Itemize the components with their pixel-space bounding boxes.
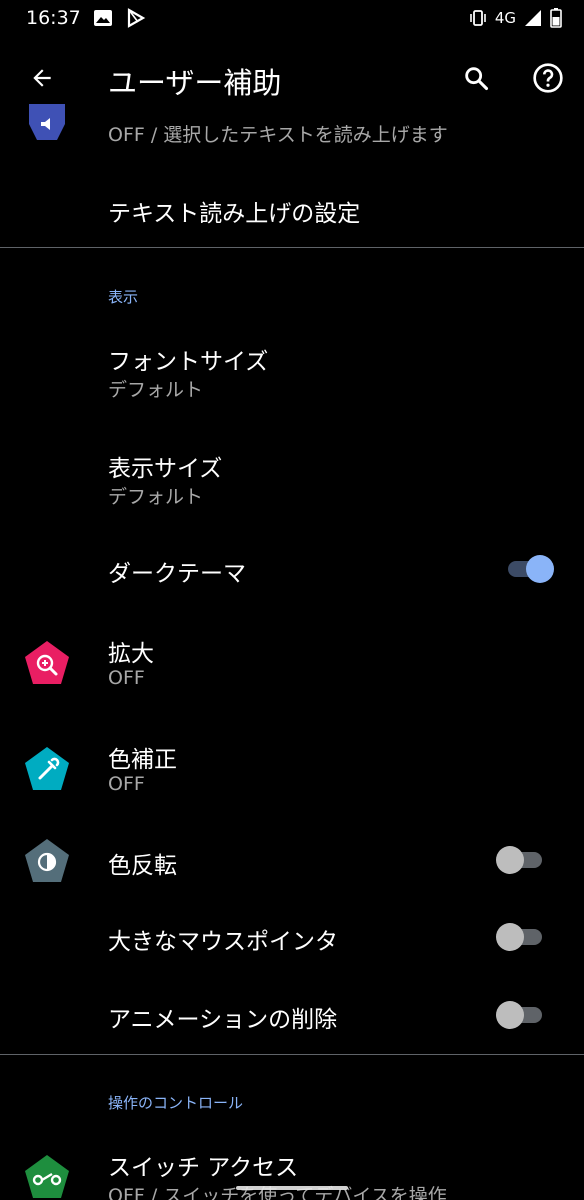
divider [0,247,584,248]
back-button[interactable] [18,54,66,102]
help-button[interactable] [524,54,572,102]
help-icon [533,63,563,93]
switch-access-value: OFF / スイッチを使ってデバイスを操作 [108,1185,447,1200]
large-pointer-label: 大きなマウスポインタ [108,929,338,955]
image-notification-icon [94,10,112,26]
remove-animations-row[interactable]: アニメーションの削除 [0,986,584,1048]
large-pointer-row[interactable]: 大きなマウスポインタ [0,908,584,970]
magnification-row[interactable]: 拡大 OFF [0,622,584,718]
dark-theme-label: ダークテーマ [108,561,246,587]
font-size-label: フォントサイズ [108,349,269,375]
tts-settings-row[interactable]: テキスト読み上げの設定 [0,178,584,242]
dark-theme-row[interactable]: ダークテーマ [0,540,584,602]
font-size-value: デフォルト [108,379,204,401]
color-correction-label: 色補正 [108,747,177,773]
section-header-display: 表示 [108,288,139,306]
search-button[interactable] [452,54,500,102]
display-size-label: 表示サイズ [108,456,223,482]
switch-access-label: スイッチ アクセス [108,1155,299,1181]
remove-animations-toggle[interactable] [494,1000,544,1030]
vibrate-icon [470,10,486,26]
play-store-notification-icon [127,8,146,28]
switch-access-icon [25,1155,69,1198]
arrow-back-icon [33,69,51,87]
color-inversion-label: 色反転 [108,853,177,879]
color-correction-icon [25,747,69,790]
display-size-value: デフォルト [108,486,204,508]
font-size-row[interactable]: フォントサイズ デフォルト [0,330,584,426]
page-title: ユーザー補助 [108,66,282,100]
magnification-icon [25,641,69,684]
color-inversion-toggle[interactable] [494,845,544,875]
gesture-nav-handle[interactable] [236,1186,348,1190]
divider [0,1054,584,1055]
color-inversion-icon [25,839,69,882]
tts-settings-label: テキスト読み上げの設定 [108,201,361,227]
select-to-speak-row[interactable]: OFF / 選択したテキストを読み上げます [0,100,584,170]
select-to-speak-icon [29,104,65,140]
color-correction-value: OFF [108,773,145,795]
dark-theme-toggle[interactable] [506,554,556,584]
switch-access-row[interactable]: スイッチ アクセス OFF / スイッチを使ってデバイスを操作 [0,1138,584,1200]
status-right-group: 4G [469,6,562,30]
signal-icon [525,10,541,26]
status-bar: 16:37 4G [0,0,584,36]
select-to-speak-summary: OFF / 選択したテキストを読み上げます [108,124,448,146]
magnification-value: OFF [108,667,145,689]
color-inversion-row[interactable]: 色反転 [0,832,584,894]
search-icon [465,67,489,91]
color-correction-row[interactable]: 色補正 OFF [0,728,584,824]
section-header-interaction: 操作のコントロール [108,1094,244,1112]
large-pointer-toggle[interactable] [494,922,544,952]
magnification-label: 拡大 [108,641,154,667]
display-size-row[interactable]: 表示サイズ デフォルト [0,437,584,533]
network-type: 4G [494,9,516,27]
status-time: 16:37 [26,7,81,29]
remove-animations-label: アニメーションの削除 [108,1007,338,1033]
battery-icon [550,8,562,28]
